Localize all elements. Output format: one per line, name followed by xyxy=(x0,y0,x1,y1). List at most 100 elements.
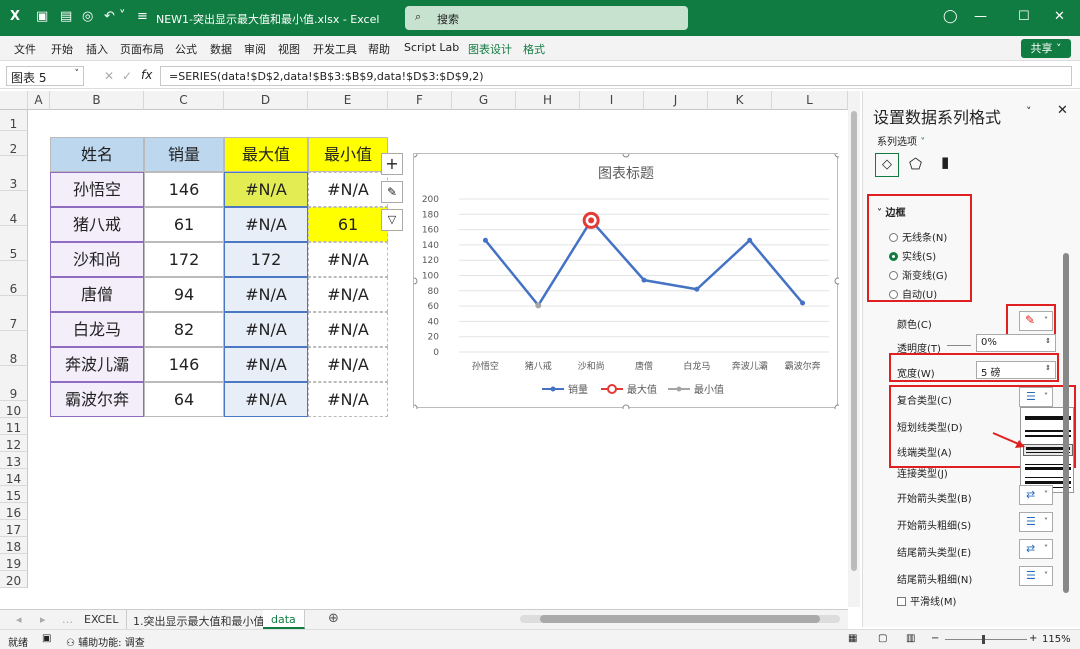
table-cell[interactable]: 唐僧 xyxy=(50,277,144,312)
table-cell[interactable]: 146 xyxy=(144,172,224,207)
tab-view[interactable]: 视图 xyxy=(278,41,300,57)
horizontal-scrollbar[interactable] xyxy=(520,615,840,623)
spinner-icon[interactable]: ⇕ xyxy=(1045,364,1051,372)
table-cell[interactable]: 奔波儿灞 xyxy=(50,347,144,382)
table-cell[interactable]: #N/A xyxy=(224,312,308,347)
column-header[interactable]: D xyxy=(224,91,308,110)
table-cell[interactable]: #N/A xyxy=(308,242,388,277)
begin-arrow-size-dropdown[interactable]: ☰ ˅ xyxy=(1019,512,1053,532)
h-scroll-thumb[interactable] xyxy=(540,615,820,623)
transparency-slider[interactable] xyxy=(947,345,971,346)
table-cell[interactable]: 64 xyxy=(144,382,224,417)
customize-qat-icon[interactable]: ≡ xyxy=(137,9,148,24)
zoom-out-icon[interactable]: − xyxy=(931,633,939,644)
compound-type-dropdown[interactable]: ☰ ˅ xyxy=(1019,387,1053,407)
add-sheet-icon[interactable]: ⊕ xyxy=(328,611,339,626)
more-sheets-icon[interactable]: … xyxy=(62,613,73,626)
scroll-thumb[interactable] xyxy=(851,111,857,571)
save-icon[interactable]: ▣ xyxy=(36,9,48,24)
table-cell[interactable]: #N/A xyxy=(224,172,308,207)
transparency-input[interactable]: 0% ⇕ xyxy=(976,334,1056,352)
formula-input[interactable]: =SERIES(data!$D$2,data!$B$3:$B$9,data!$D… xyxy=(160,66,1072,86)
table-cell[interactable]: #N/A xyxy=(224,277,308,312)
effects-icon[interactable]: ⬠ xyxy=(909,155,922,173)
row-header[interactable]: 1 xyxy=(0,110,28,131)
tab-review[interactable]: 审阅 xyxy=(244,41,266,57)
select-all-corner[interactable] xyxy=(0,91,28,110)
end-arrow-type-dropdown[interactable]: ⇄ ˅ xyxy=(1019,539,1053,559)
enter-icon[interactable]: ✓ xyxy=(122,69,132,83)
table-header-cell[interactable]: 销量 xyxy=(144,137,224,172)
begin-arrow-type-dropdown[interactable]: ⇄ ˅ xyxy=(1019,485,1053,505)
row-header[interactable]: 7 xyxy=(0,296,28,331)
column-header[interactable]: K xyxy=(708,91,772,110)
tab-chart-design[interactable]: 图表设计 xyxy=(468,41,512,57)
page-layout-view-icon[interactable]: ▢ xyxy=(878,633,887,644)
column-header[interactable]: C xyxy=(144,91,224,110)
row-header[interactable]: 16 xyxy=(0,503,28,520)
table-cell[interactable]: #N/A xyxy=(308,277,388,312)
table-cell[interactable]: #N/A xyxy=(224,382,308,417)
row-header[interactable]: 4 xyxy=(0,191,28,226)
zoom-slider-thumb[interactable] xyxy=(982,635,985,644)
table-cell[interactable]: 孙悟空 xyxy=(50,172,144,207)
radio-automatic[interactable]: 自动(U) xyxy=(889,286,937,301)
chart-filter-icon[interactable]: ▽ xyxy=(381,209,403,231)
end-arrow-size-dropdown[interactable]: ☰ ˅ xyxy=(1019,566,1053,586)
cancel-icon[interactable]: ✕ xyxy=(104,69,114,83)
pane-scroll-thumb[interactable] xyxy=(1063,253,1069,593)
sheet-tab-active[interactable]: data xyxy=(263,610,305,629)
row-header[interactable]: 9 xyxy=(0,366,28,401)
row-header[interactable]: 6 xyxy=(0,261,28,296)
normal-view-icon[interactable]: ▦ xyxy=(848,633,857,644)
tab-developer[interactable]: 开发工具 xyxy=(313,41,357,57)
fx-icon[interactable]: fx xyxy=(141,68,152,82)
chart-elements-icon[interactable]: + xyxy=(381,153,403,175)
column-header[interactable]: J xyxy=(644,91,708,110)
table-cell[interactable]: 霸波尔奔 xyxy=(50,382,144,417)
tab-data[interactable]: 数据 xyxy=(210,41,232,57)
column-header[interactable]: B xyxy=(50,91,144,110)
tab-formulas[interactable]: 公式 xyxy=(175,41,197,57)
table-cell[interactable]: 146 xyxy=(144,347,224,382)
tab-page-layout[interactable]: 页面布局 xyxy=(120,41,164,57)
spinner-icon[interactable]: ⇕ xyxy=(1045,337,1051,345)
color-picker-button[interactable]: ✎ ˅ xyxy=(1019,311,1053,331)
tab-help[interactable]: 帮助 xyxy=(368,41,390,57)
tab-insert[interactable]: 插入 xyxy=(86,41,108,57)
radio-no-line[interactable]: 无线条(N) xyxy=(889,229,947,244)
table-cell[interactable]: #N/A xyxy=(308,312,388,347)
row-header[interactable]: 11 xyxy=(0,418,28,435)
table-header-cell[interactable]: 最小值 xyxy=(308,137,388,172)
page-break-view-icon[interactable]: ▥ xyxy=(906,633,915,644)
chart-styles-icon[interactable]: ✎ xyxy=(381,181,403,203)
pane-options-icon[interactable]: ˅ xyxy=(1026,105,1032,118)
column-header[interactable]: A xyxy=(28,91,50,110)
table-cell[interactable]: #N/A xyxy=(224,207,308,242)
vertical-scrollbar[interactable] xyxy=(848,91,860,607)
table-cell[interactable]: #N/A xyxy=(224,347,308,382)
smooth-line-checkbox[interactable]: 平滑线(M) xyxy=(897,593,956,608)
share-button[interactable]: 共享 ˅ xyxy=(1021,39,1071,58)
tab-home[interactable]: 开始 xyxy=(51,41,73,57)
border-section-header[interactable]: ˅ 边框 xyxy=(877,204,905,219)
row-header[interactable]: 10 xyxy=(0,401,28,418)
radio-gradient-line[interactable]: 渐变线(G) xyxy=(889,267,948,282)
row-header[interactable]: 20 xyxy=(0,571,28,588)
zoom-in-icon[interactable]: + xyxy=(1029,633,1037,644)
column-header[interactable]: H xyxy=(516,91,580,110)
row-header[interactable]: 14 xyxy=(0,469,28,486)
name-box[interactable]: 图表 5 ˅ xyxy=(6,66,84,86)
macro-record-icon[interactable]: ▣ xyxy=(42,633,51,644)
table-cell[interactable]: 61 xyxy=(144,207,224,242)
undo-icon[interactable]: ↶ ˅ xyxy=(104,9,126,24)
table-header-cell[interactable]: 最大值 xyxy=(224,137,308,172)
row-header[interactable]: 5 xyxy=(0,226,28,261)
row-header[interactable]: 17 xyxy=(0,520,28,537)
row-header[interactable]: 15 xyxy=(0,486,28,503)
row-header[interactable]: 13 xyxy=(0,452,28,469)
table-cell[interactable]: #N/A xyxy=(308,382,388,417)
table-cell[interactable]: #N/A xyxy=(308,172,388,207)
tab-format[interactable]: 格式 xyxy=(523,41,545,57)
series-options-icon[interactable]: ▮ xyxy=(941,153,949,171)
